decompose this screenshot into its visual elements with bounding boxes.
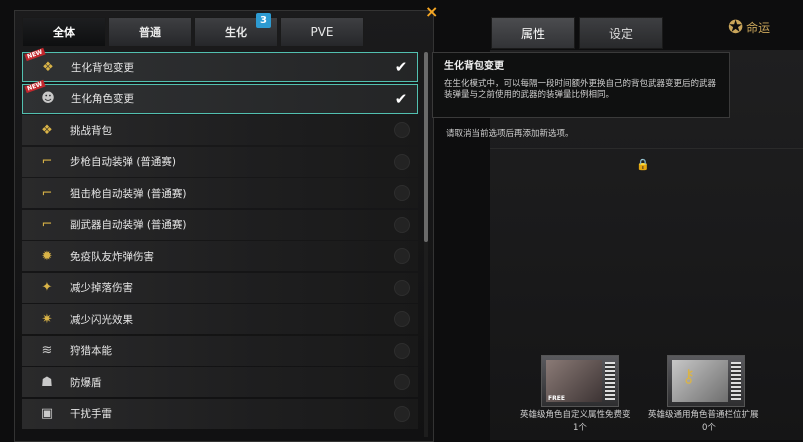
list-item-label: 挑战背包 [70,124,112,137]
checkmark-icon[interactable]: ✔ [393,59,409,75]
tab-pve[interactable]: PVE [280,17,364,47]
lock-icon: 🔒 [636,158,650,171]
slot-card-art [672,360,728,402]
list-item[interactable]: ⌐ 狙击枪自动装弹 (普通赛) [22,178,418,208]
free-tag: FREE [548,395,565,402]
tab-pve-label: PVE [310,25,334,39]
flash-icon: ✷ [41,311,53,327]
fall-icon: ✦ [41,280,53,295]
tooltip: 生化背包变更 在生化模式中，可以每隔一段时间额外更换自己的背包武器变更后的武器装… [432,52,730,118]
tab-all[interactable]: 全体 [22,17,106,47]
tab-biochem-badge: 3 [256,13,271,28]
checkbox-empty[interactable] [394,342,410,359]
tab-settings[interactable]: 设定 [579,17,663,49]
shield-icon: ☗ [41,374,53,390]
tab-biochem[interactable]: 生化 3 [194,13,278,47]
logo-mark-icon: ✪ [728,17,744,38]
list-item[interactable]: ❖ NEW 生化背包变更 ✔ [22,47,418,82]
barcode-icon [605,362,615,400]
list-item[interactable]: ▣ 干扰手雷 [22,398,418,429]
list-item[interactable]: ✹ 免疫队友炸弹伤害 [22,241,418,271]
checkbox-empty[interactable] [394,405,410,422]
list-item[interactable]: ☻ NEW 生化角色变更 ✔ [22,79,418,114]
logo-text: 命运 [746,21,771,35]
checkbox-empty[interactable] [394,185,410,201]
checkbox-empty[interactable] [394,374,410,390]
list-item-label: 狙击枪自动装弹 (普通赛) [70,187,187,200]
options-list: ❖ NEW 生化背包变更 ✔ ☻ NEW 生化角色变更 ✔ ❖ 挑战背包 ⌐ 步枪自动装弹 (普通赛)… [22,47,418,430]
checkbox-empty[interactable] [394,216,410,233]
explosion-icon: ✹ [41,248,53,264]
tab-normal[interactable]: 普通 [108,17,192,47]
list-item-label: 干扰手雷 [70,408,112,420]
category-tabs: 全体 普通 生化 3 PVE [22,13,366,47]
checkbox-empty[interactable] [394,153,410,170]
checkbox-empty[interactable] [394,248,410,264]
tab-settings-label: 设定 [608,26,633,41]
notice-text: 请取消当前选项后再添加新选项。 [446,129,574,139]
close-icon[interactable]: × [425,2,438,21]
card-count-slot: 0个 [702,423,716,433]
list-item-label: 免疫队友炸弹伤害 [70,250,154,263]
tooltip-body: 在生化模式中，可以每隔一段时间额外更换自己的背包武器变更后的武器装弹量与之前使用… [444,79,717,100]
list-item[interactable]: ⌐ 副武器自动装弹 (普通赛) [22,209,418,240]
scrollbar[interactable] [424,52,428,437]
character-icon: ☻ NEW [24,79,55,106]
backpack-icon: ❖ NEW [24,47,54,75]
tab-attributes[interactable]: 属性 [491,17,575,49]
pistol-icon: ⌐ [41,217,53,232]
list-item[interactable]: ❖ 挑战背包 [22,115,418,145]
card-label-slot: 英雄级通用角色普通栏位扩展 [648,410,759,420]
list-item[interactable]: ⌐ 步枪自动装弹 (普通赛) [22,146,418,177]
list-item-label: 生化背包变更 [71,61,134,74]
claw-icon: ≋ [41,343,53,358]
key-icon: ⚷ [682,366,696,387]
list-item-label: 副武器自动装弹 (普通赛) [70,219,187,231]
rifle-icon: ⌐ [41,154,53,169]
tab-normal-label: 普通 [139,26,161,39]
divider [490,148,803,149]
tab-attributes-label: 属性 [520,26,545,41]
list-item[interactable]: ✷ 减少闪光效果 [22,304,418,334]
list-item-label: 减少闪光效果 [70,313,133,326]
game-logo: ✪ 命运 [728,17,770,38]
barcode-icon [731,362,741,400]
item-card-character[interactable]: FREE [541,355,619,407]
tab-biochem-label: 生化 [225,26,247,39]
sniper-icon: ⌐ [41,185,53,201]
card-count-character: 1个 [573,423,587,433]
list-item-label: 生化角色变更 [71,93,134,105]
list-item-label: 减少掉落伤害 [70,282,133,294]
list-item[interactable]: ≋ 狩猎本能 [22,335,418,366]
list-item-label: 步枪自动装弹 (普通赛) [70,156,177,168]
list-item-label: 狩猎本能 [70,345,112,357]
checkmark-icon[interactable]: ✔ [393,91,409,107]
card-label-character: 英雄级角色自定义属性免费变 [520,410,631,420]
grenade-icon: ▣ [40,406,54,421]
list-item[interactable]: ✦ 减少掉落伤害 [22,272,418,303]
checkbox-empty[interactable] [394,311,410,327]
scrollbar-thumb[interactable] [424,52,428,242]
backpack-icon: ❖ [41,122,53,138]
list-item[interactable]: ☗ 防爆盾 [22,367,418,397]
tab-all-label: 全体 [53,26,75,39]
tooltip-title: 生化背包变更 [444,61,504,72]
list-item-label: 防爆盾 [70,376,102,389]
checkbox-empty[interactable] [394,279,410,296]
item-card-slot[interactable]: ⚷ [667,355,745,407]
checkbox-empty[interactable] [394,122,410,138]
